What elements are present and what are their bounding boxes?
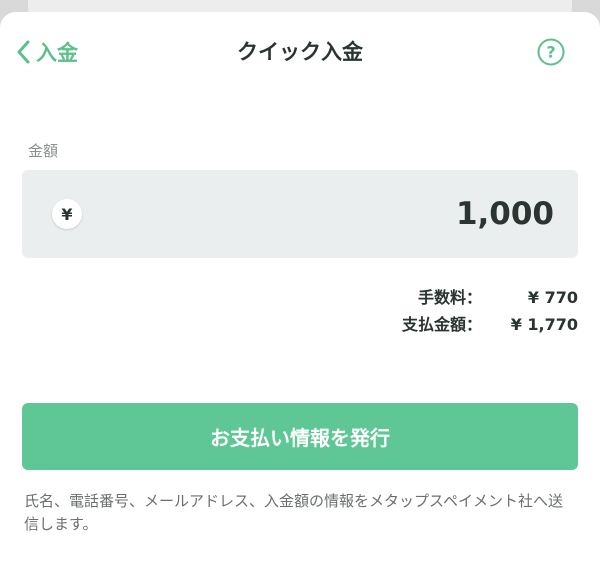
privacy-disclaimer: 氏名、電話番号、メールアドレス、入金額の情報をメタップスペイメント社へ送信します… xyxy=(24,492,563,533)
amount-value[interactable]: 1,000 xyxy=(456,192,554,236)
fee-row-total: 支払金額： ¥ 1,770 xyxy=(362,311,578,338)
total-label: 支払金額： xyxy=(401,315,482,334)
commission-label: 手数料： xyxy=(417,288,482,307)
issue-payment-info-button[interactable]: お支払い情報を発行 xyxy=(22,403,578,470)
question-circle-icon: ? xyxy=(537,38,565,66)
page-title: クイック入金 xyxy=(237,40,363,64)
navigation-bar: 入金 クイック入金 ? xyxy=(0,12,600,92)
amount-input[interactable]: ¥ 1,000 xyxy=(22,170,578,258)
fee-summary: 手数料： ¥ 770 支払金額： ¥ 1,770 xyxy=(362,284,578,338)
help-button[interactable]: ? xyxy=(537,38,565,66)
amount-label: 金額 xyxy=(28,142,59,160)
quick-deposit-sheet: 入金 クイック入金 ? 金額 ¥ 1,000 手数料： ¥ 770 支払金額： … xyxy=(0,12,600,586)
svg-text:?: ? xyxy=(546,43,555,62)
yen-icon: ¥ xyxy=(52,199,82,229)
total-value: ¥ 1,770 xyxy=(510,315,578,334)
fee-row-commission: 手数料： ¥ 770 xyxy=(362,284,578,311)
commission-value: ¥ 770 xyxy=(527,288,578,307)
